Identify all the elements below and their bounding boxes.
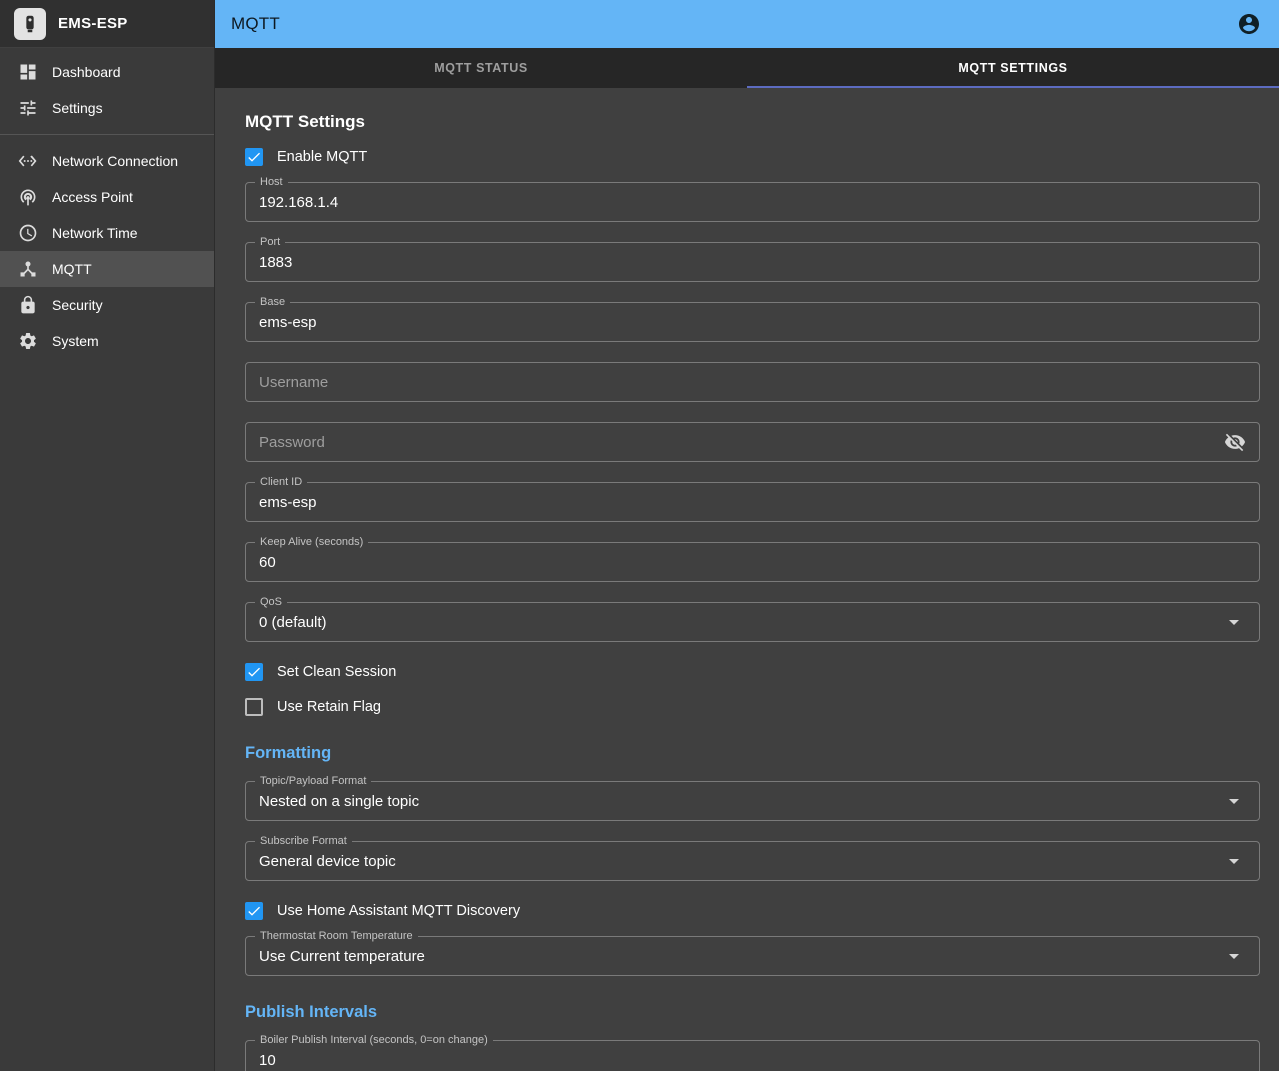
clock-icon bbox=[18, 223, 38, 243]
mqtt-settings-panel: MQTT Settings Enable MQTT Host 192.168.1… bbox=[215, 88, 1279, 1071]
sidebar-item-system[interactable]: System bbox=[0, 323, 214, 359]
tab-label: MQTT SETTINGS bbox=[958, 61, 1067, 75]
sidebar-item-security[interactable]: Security bbox=[0, 287, 214, 323]
field-value: General device topic bbox=[259, 853, 396, 870]
checkbox-label: Set Clean Session bbox=[277, 664, 396, 680]
network-connection-icon bbox=[18, 151, 38, 171]
formatting-section-heading: Formatting bbox=[245, 744, 1260, 763]
field-value: 10 bbox=[259, 1052, 276, 1069]
password-field[interactable]: Password bbox=[245, 422, 1260, 462]
visibility-off-icon bbox=[1224, 431, 1246, 453]
field-label: Subscribe Format bbox=[255, 835, 352, 848]
sidebar-item-access-point[interactable]: Access Point bbox=[0, 179, 214, 215]
field-label: Base bbox=[255, 296, 290, 309]
port-field[interactable]: Port 1883 bbox=[245, 242, 1260, 282]
tab-mqtt-settings[interactable]: MQTT SETTINGS bbox=[747, 48, 1279, 88]
lock-icon bbox=[18, 295, 38, 315]
sidebar-item-label: System bbox=[52, 333, 99, 349]
username-field[interactable]: Username bbox=[245, 362, 1260, 402]
app-title: EMS-ESP bbox=[58, 15, 128, 32]
tune-icon bbox=[18, 98, 38, 118]
field-value: Nested on a single topic bbox=[259, 793, 419, 810]
retain-flag-checkbox-row[interactable]: Use Retain Flag bbox=[245, 697, 1260, 717]
checkbox-checked-icon bbox=[245, 148, 263, 166]
base-field[interactable]: Base ems-esp bbox=[245, 302, 1260, 342]
boiler-publish-interval-field[interactable]: Boiler Publish Interval (seconds, 0=on c… bbox=[245, 1040, 1260, 1071]
sidebar-item-label: Network Connection bbox=[52, 153, 178, 169]
checkbox-label: Enable MQTT bbox=[277, 149, 367, 165]
field-label: Host bbox=[255, 176, 288, 189]
ha-discovery-checkbox-row[interactable]: Use Home Assistant MQTT Discovery bbox=[245, 901, 1260, 921]
field-label: Boiler Publish Interval (seconds, 0=on c… bbox=[255, 1034, 493, 1047]
thermostat-room-temperature-select[interactable]: Thermostat Room Temperature Use Current … bbox=[245, 936, 1260, 976]
tab-label: MQTT STATUS bbox=[434, 61, 528, 75]
subscribe-format-select[interactable]: Subscribe Format General device topic bbox=[245, 841, 1260, 881]
sidebar-divider bbox=[0, 134, 214, 135]
sidebar-item-mqtt[interactable]: MQTT bbox=[0, 251, 214, 287]
field-value: 1883 bbox=[259, 254, 292, 271]
sidebar-item-network-connection[interactable]: Network Connection bbox=[0, 143, 214, 179]
keep-alive-field[interactable]: Keep Alive (seconds) 60 bbox=[245, 542, 1260, 582]
sidebar-item-settings[interactable]: Settings bbox=[0, 90, 214, 126]
sidebar-item-label: Security bbox=[52, 297, 103, 313]
field-label: Keep Alive (seconds) bbox=[255, 536, 368, 549]
field-label: Client ID bbox=[255, 476, 307, 489]
checkbox-label: Use Home Assistant MQTT Discovery bbox=[277, 903, 520, 919]
field-value: ems-esp bbox=[259, 314, 317, 331]
field-value: ems-esp bbox=[259, 494, 317, 511]
field-label: Port bbox=[255, 236, 285, 249]
field-label: Thermostat Room Temperature bbox=[255, 930, 418, 943]
access-point-icon bbox=[18, 187, 38, 207]
chevron-down-icon bbox=[1222, 944, 1246, 968]
app-root: EMS-ESP Dashboard Settings Network bbox=[0, 0, 1279, 1071]
topic-payload-format-select[interactable]: Topic/Payload Format Nested on a single … bbox=[245, 781, 1260, 821]
chevron-down-icon bbox=[1222, 789, 1246, 813]
sidebar-nav: Dashboard Settings Network Connection bbox=[0, 48, 214, 365]
field-label: QoS bbox=[255, 596, 287, 609]
checkbox-unchecked-icon bbox=[245, 698, 263, 716]
sidebar-item-label: Dashboard bbox=[52, 64, 121, 80]
sidebar-item-label: Settings bbox=[52, 100, 103, 116]
gear-icon bbox=[18, 331, 38, 351]
main-column: MQTT MQTT STATUS MQTT SETTINGS MQTT Sett… bbox=[215, 0, 1279, 1071]
tab-mqtt-status[interactable]: MQTT STATUS bbox=[215, 48, 747, 88]
account-circle-icon bbox=[1237, 12, 1261, 36]
sidebar-item-network-time[interactable]: Network Time bbox=[0, 215, 214, 251]
chevron-down-icon bbox=[1222, 849, 1246, 873]
chevron-down-icon bbox=[1222, 610, 1246, 634]
checkbox-checked-icon bbox=[245, 902, 263, 920]
field-value: 0 (default) bbox=[259, 614, 327, 631]
publish-intervals-section-heading: Publish Intervals bbox=[245, 1003, 1260, 1022]
tab-indicator bbox=[747, 86, 1279, 88]
field-value: 60 bbox=[259, 554, 276, 571]
ems-esp-logo bbox=[14, 8, 46, 40]
client-id-field[interactable]: Client ID ems-esp bbox=[245, 482, 1260, 522]
host-field[interactable]: Host 192.168.1.4 bbox=[245, 182, 1260, 222]
dashboard-icon bbox=[18, 62, 38, 82]
sidebar: EMS-ESP Dashboard Settings Network bbox=[0, 0, 215, 1071]
enable-mqtt-checkbox-row[interactable]: Enable MQTT bbox=[245, 147, 1260, 167]
sidebar-header: EMS-ESP bbox=[0, 0, 214, 48]
checkbox-label: Use Retain Flag bbox=[277, 699, 381, 715]
sidebar-item-label: MQTT bbox=[52, 261, 92, 277]
field-placeholder: Username bbox=[259, 374, 328, 391]
sidebar-item-dashboard[interactable]: Dashboard bbox=[0, 54, 214, 90]
sidebar-item-label: Access Point bbox=[52, 189, 133, 205]
device-hub-icon bbox=[18, 259, 38, 279]
toggle-password-visibility-button[interactable] bbox=[1224, 431, 1246, 453]
qos-select[interactable]: QoS 0 (default) bbox=[245, 602, 1260, 642]
clean-session-checkbox-row[interactable]: Set Clean Session bbox=[245, 662, 1260, 682]
form-title: MQTT Settings bbox=[245, 112, 1260, 132]
field-value: Use Current temperature bbox=[259, 948, 425, 965]
account-button[interactable] bbox=[1235, 10, 1263, 38]
field-label: Topic/Payload Format bbox=[255, 775, 371, 788]
field-value: 192.168.1.4 bbox=[259, 194, 338, 211]
appbar: MQTT bbox=[215, 0, 1279, 48]
tabbar: MQTT STATUS MQTT SETTINGS bbox=[215, 48, 1279, 88]
sidebar-item-label: Network Time bbox=[52, 225, 138, 241]
field-placeholder: Password bbox=[259, 434, 325, 451]
checkbox-checked-icon bbox=[245, 663, 263, 681]
page-title: MQTT bbox=[231, 14, 280, 34]
